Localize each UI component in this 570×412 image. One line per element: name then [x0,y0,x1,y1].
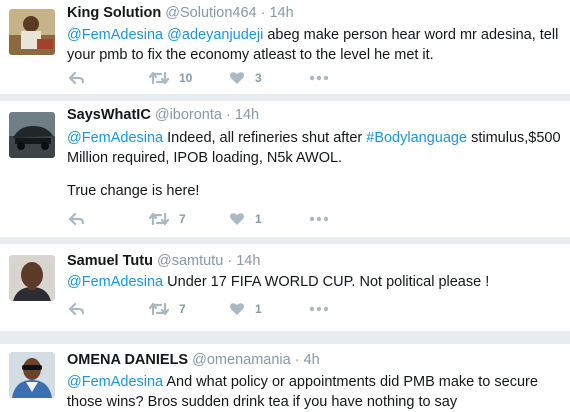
timestamp[interactable]: 14h [235,107,259,123]
avatar-image [9,352,55,398]
like-count: 1 [255,212,262,226]
heart-icon [230,72,244,84]
user-handle[interactable]: @iboronta [155,107,222,123]
avatar[interactable] [9,255,55,301]
like-count: 3 [255,71,262,85]
display-name[interactable]: SaysWhatIC [67,107,151,123]
more-button[interactable] [309,302,329,316]
more-icon [309,306,329,312]
tweet-header: King Solution @Solution464 · 14h [67,5,294,21]
like-button[interactable]: 1 [229,212,262,226]
display-name[interactable]: OMENA DANIELS [67,352,188,368]
reply-button[interactable] [69,71,85,85]
user-handle[interactable]: @samtutu [157,253,223,269]
tweet-actions: 10 3 [67,71,367,91]
tweet-text-segment: Indeed, all refineries shut after [163,130,367,146]
mention-link[interactable]: @FemAdesina [67,374,163,390]
separator-dot: · [226,107,231,123]
tweet[interactable]: King Solution @Solution464 · 14h @FemAde… [0,0,570,94]
retweet-button[interactable]: 7 [149,302,186,316]
mention-link[interactable]: @FemAdesina [67,274,163,290]
tweet[interactable]: OMENA DANIELS @omenamania · 4h @FemAdesi… [0,344,570,411]
tweet-actions: 7 1 [67,302,367,322]
tweet-header: Samuel Tutu @samtutu · 14h [67,253,260,269]
tweet-divider [0,237,570,244]
more-icon [309,216,329,222]
retweet-count: 7 [179,302,186,316]
retweet-icon [149,212,169,226]
tweet-text: @FemAdesina Indeed, all refineries shut … [67,128,562,168]
avatar[interactable] [9,352,55,398]
user-handle[interactable]: @Solution464 [165,5,256,21]
tweet[interactable]: SaysWhatIC @iboronta · 14h @FemAdesina I… [0,101,570,237]
mention-link[interactable]: @adeyanjudeji [167,27,263,43]
mention-link[interactable]: @FemAdesina [67,27,163,43]
tweet-text: @FemAdesina Under 17 FIFA WORLD CUP. Not… [67,272,562,292]
retweet-icon [149,302,169,316]
avatar-image [9,112,55,158]
avatar[interactable] [9,9,55,55]
display-name[interactable]: Samuel Tutu [67,253,153,269]
retweet-icon [149,71,169,85]
avatar-image [9,255,55,301]
reply-icon [69,71,85,85]
avatar[interactable] [9,112,55,158]
tweet-text: @FemAdesina @adeyanjudeji abeg make pers… [67,25,562,65]
timestamp[interactable]: 14h [269,5,293,21]
tweet-divider [0,331,570,344]
tweet-header: OMENA DANIELS @omenamania · 4h [67,352,320,368]
separator-dot: · [260,5,266,21]
retweet-button[interactable]: 7 [149,212,186,226]
reply-icon [69,212,85,226]
hashtag-link[interactable]: #Bodylanguage [366,130,467,146]
more-icon [309,75,329,81]
more-button[interactable] [309,71,329,85]
tweet-text: @FemAdesina And what policy or appointme… [67,372,562,412]
display-name[interactable]: King Solution [67,5,161,21]
reply-button[interactable] [69,212,85,226]
tweet-text-line: True change is here! [67,183,200,199]
avatar-image [9,9,55,55]
retweet-button[interactable]: 10 [149,71,192,85]
retweet-count: 7 [179,212,186,226]
heart-icon [230,213,244,225]
timestamp[interactable]: 14h [236,253,260,269]
user-handle[interactable]: @omenamania [192,352,291,368]
separator-dot: · [227,253,233,269]
reply-button[interactable] [69,302,85,316]
like-count: 1 [255,302,262,316]
timestamp[interactable]: 4h [304,352,320,368]
tweet-text-segment: Under 17 FIFA WORLD CUP. Not political p… [163,274,490,290]
like-button[interactable]: 3 [229,71,262,85]
more-button[interactable] [309,212,329,226]
separator-dot: · [294,352,300,368]
tweet[interactable]: Samuel Tutu @samtutu · 14h @FemAdesina U… [0,244,570,331]
tweet-actions: 7 1 [67,212,367,232]
retweet-count: 10 [179,71,193,85]
tweet-header: SaysWhatIC @iboronta · 14h [67,107,259,123]
tweet-divider [0,94,570,101]
mention-link[interactable]: @FemAdesina [67,130,163,146]
like-button[interactable]: 1 [229,302,262,316]
reply-icon [69,302,85,316]
heart-icon [230,303,244,315]
